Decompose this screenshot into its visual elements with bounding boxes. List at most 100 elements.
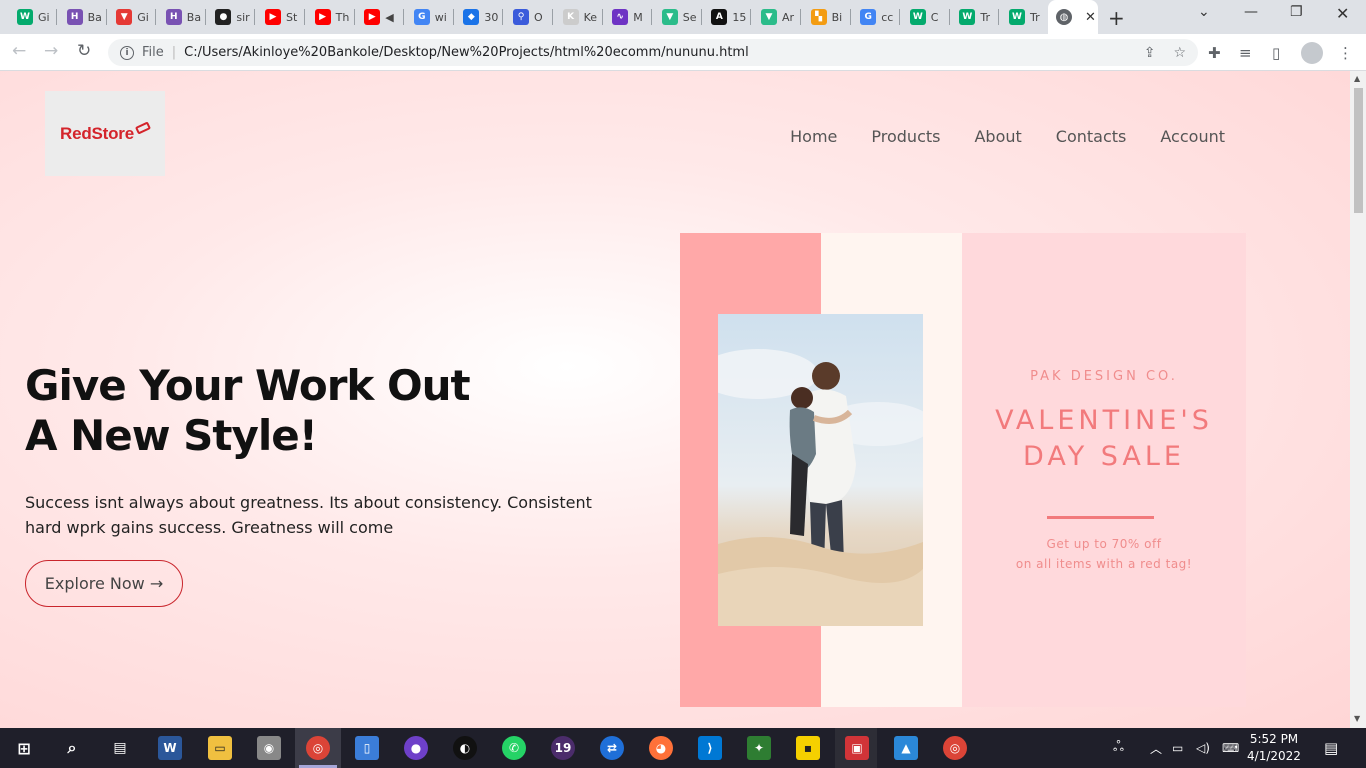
nav-home[interactable]: Home bbox=[790, 127, 837, 146]
extensions-icon[interactable]: ✚ bbox=[1208, 44, 1221, 62]
scroll-up-icon[interactable]: ▲ bbox=[1354, 74, 1360, 83]
browser-tab-label: ◀ bbox=[385, 10, 394, 24]
menu-kebab-icon[interactable]: ⋮ bbox=[1338, 44, 1353, 62]
browser-tab[interactable]: ▼ Se bbox=[652, 5, 701, 29]
media-control-icon[interactable]: ≡ bbox=[1239, 44, 1252, 62]
camera-icon[interactable]: ◉ bbox=[257, 736, 281, 760]
browser-tab[interactable]: ▶ ◀ bbox=[354, 5, 403, 29]
app-icon[interactable]: ▣ bbox=[845, 736, 869, 760]
active-tab[interactable]: ◍ ✕ bbox=[1048, 0, 1098, 34]
address-bar[interactable]: i File | C:/Users/Akinloye%20Bankole/Des… bbox=[108, 39, 1198, 66]
teamviewer-icon[interactable]: ⇄ bbox=[600, 736, 624, 760]
word-icon[interactable]: W bbox=[158, 736, 182, 760]
browser-tab[interactable]: ∿ M bbox=[602, 5, 651, 29]
minimize-button[interactable]: — bbox=[1244, 4, 1258, 20]
youtube-audio-icon: ▶ bbox=[364, 9, 381, 25]
close-window-button[interactable]: ✕ bbox=[1336, 4, 1349, 23]
browser-tab[interactable]: W Tr bbox=[949, 5, 998, 29]
task-view-icon[interactable]: ▤ bbox=[108, 736, 132, 760]
poster-divider bbox=[1047, 516, 1154, 519]
scroll-down-icon[interactable]: ▼ bbox=[1354, 714, 1360, 723]
sticky-notes-icon[interactable]: ▪ bbox=[796, 736, 820, 760]
browser-tab[interactable]: ▼ Ar bbox=[751, 5, 800, 29]
profile-avatar[interactable] bbox=[1301, 42, 1323, 64]
vscode-icon[interactable]: ⟩ bbox=[698, 736, 722, 760]
chrome-icon[interactable]: ◎ bbox=[943, 736, 967, 760]
github-desktop-icon[interactable]: ● bbox=[404, 736, 428, 760]
browser-tab[interactable]: ◆ 30 bbox=[453, 5, 502, 29]
browser-tab[interactable]: H Ba bbox=[156, 5, 205, 29]
tray-chevron-icon[interactable]: ︿ bbox=[1150, 728, 1162, 768]
firefox-icon[interactable]: ◕ bbox=[649, 736, 673, 760]
web-page: RedStore Home Products About Contacts Ac… bbox=[0, 71, 1350, 728]
windows-start-icon[interactable]: ⊞ bbox=[12, 736, 36, 760]
browser-tab-label: sir bbox=[236, 10, 250, 24]
page-scrollbar[interactable]: ▲ ▼ bbox=[1350, 71, 1366, 728]
browser-tab[interactable]: ▶ St bbox=[255, 5, 304, 29]
youtube-icon: ▶ bbox=[265, 9, 281, 25]
file-explorer-icon[interactable]: ▭ bbox=[208, 736, 232, 760]
browser-tab-label: 15 bbox=[732, 10, 747, 24]
battery-icon[interactable]: ▭ bbox=[1172, 728, 1183, 768]
nav-account[interactable]: Account bbox=[1160, 127, 1225, 146]
app-19-icon[interactable]: 19 bbox=[551, 736, 575, 760]
explore-now-button[interactable]: Explore Now → bbox=[25, 560, 183, 607]
browser-tab[interactable]: K Ke bbox=[553, 5, 602, 29]
bookmark-star-icon[interactable]: ☆ bbox=[1173, 45, 1186, 61]
side-panel-icon[interactable]: ▯ bbox=[1272, 44, 1280, 62]
volume-icon[interactable]: ◁) bbox=[1196, 728, 1210, 768]
browser-tab[interactable]: A 15 bbox=[701, 5, 750, 29]
photos-icon[interactable]: ▲ bbox=[894, 736, 918, 760]
new-tab-button[interactable]: + bbox=[1108, 6, 1125, 30]
close-tab-icon[interactable]: ✕ bbox=[1085, 10, 1096, 25]
app-icon[interactable]: ◐ bbox=[453, 736, 477, 760]
whatsapp-icon[interactable]: ✆ bbox=[502, 736, 526, 760]
poster-offer-line1: Get up to 70% off bbox=[1046, 537, 1162, 551]
app-icon[interactable]: ▯ bbox=[355, 736, 379, 760]
browser-tab[interactable]: Gcc bbox=[850, 5, 899, 29]
nav-about[interactable]: About bbox=[974, 127, 1021, 146]
w3schools-icon: W bbox=[959, 9, 976, 25]
scroll-thumb[interactable] bbox=[1354, 88, 1363, 213]
back-button[interactable]: ← bbox=[12, 41, 26, 61]
clock-time: 5:52 PM bbox=[1249, 732, 1299, 746]
bootstrap-icon: H bbox=[66, 9, 83, 25]
app-icon[interactable]: ✦ bbox=[747, 736, 771, 760]
poster-offer: Get up to 70% off on all items with a re… bbox=[962, 534, 1246, 574]
chrome-icon[interactable]: ◎ bbox=[306, 736, 330, 760]
browser-tab-label: Ar bbox=[782, 10, 795, 24]
tab-search-icon[interactable]: ⌄ bbox=[1198, 4, 1210, 20]
nav-contacts[interactable]: Contacts bbox=[1056, 127, 1127, 146]
browser-tab[interactable]: ⚲ O bbox=[503, 5, 552, 29]
search-icon[interactable]: ⌕ bbox=[60, 736, 84, 760]
browser-tab-label: Tr bbox=[1030, 10, 1040, 24]
browser-tab[interactable]: W Gi bbox=[7, 5, 56, 29]
forward-button[interactable]: → bbox=[44, 41, 58, 61]
browser-tab[interactable]: ▚ Bi bbox=[801, 5, 850, 29]
site-logo[interactable]: RedStore bbox=[45, 91, 165, 176]
poster-sale-line2: DAY SALE bbox=[1023, 441, 1185, 472]
address-url[interactable]: C:/Users/Akinloye%20Bankole/Desktop/New%… bbox=[184, 45, 749, 60]
restore-button[interactable]: ❐ bbox=[1290, 4, 1303, 20]
browser-tab[interactable]: Gwi bbox=[404, 5, 453, 29]
browser-tab[interactable]: H Ba bbox=[57, 5, 106, 29]
share-icon[interactable]: ⇪ bbox=[1144, 45, 1156, 61]
browser-tab[interactable]: ▼ Gi bbox=[106, 5, 155, 29]
browser-tab[interactable]: W Tr bbox=[999, 5, 1048, 29]
clock[interactable]: 5:52 PM 4/1/2022 bbox=[1244, 731, 1304, 765]
globe-icon: ◍ bbox=[1056, 9, 1072, 25]
poster-offer-line2: on all items with a red tag! bbox=[1015, 557, 1193, 571]
browser-tab-label: Ke bbox=[583, 10, 598, 24]
reload-button[interactable]: ↻ bbox=[77, 41, 91, 61]
price-tag-icon bbox=[134, 120, 152, 135]
notifications-icon[interactable]: ▤ bbox=[1324, 728, 1338, 768]
browser-tab[interactable]: ▶ Th bbox=[305, 5, 354, 29]
browser-tab[interactable]: WC bbox=[900, 5, 949, 29]
bootstrap-icon: H bbox=[165, 9, 182, 25]
browser-tab[interactable]: ● sir bbox=[205, 5, 254, 29]
keyboard-icon[interactable]: ⌨ bbox=[1222, 728, 1239, 768]
people-icon[interactable]: ஃ bbox=[1113, 728, 1124, 768]
info-icon[interactable]: i bbox=[120, 45, 134, 60]
browser-tab-label: Ba bbox=[87, 10, 102, 24]
nav-products[interactable]: Products bbox=[871, 127, 940, 146]
